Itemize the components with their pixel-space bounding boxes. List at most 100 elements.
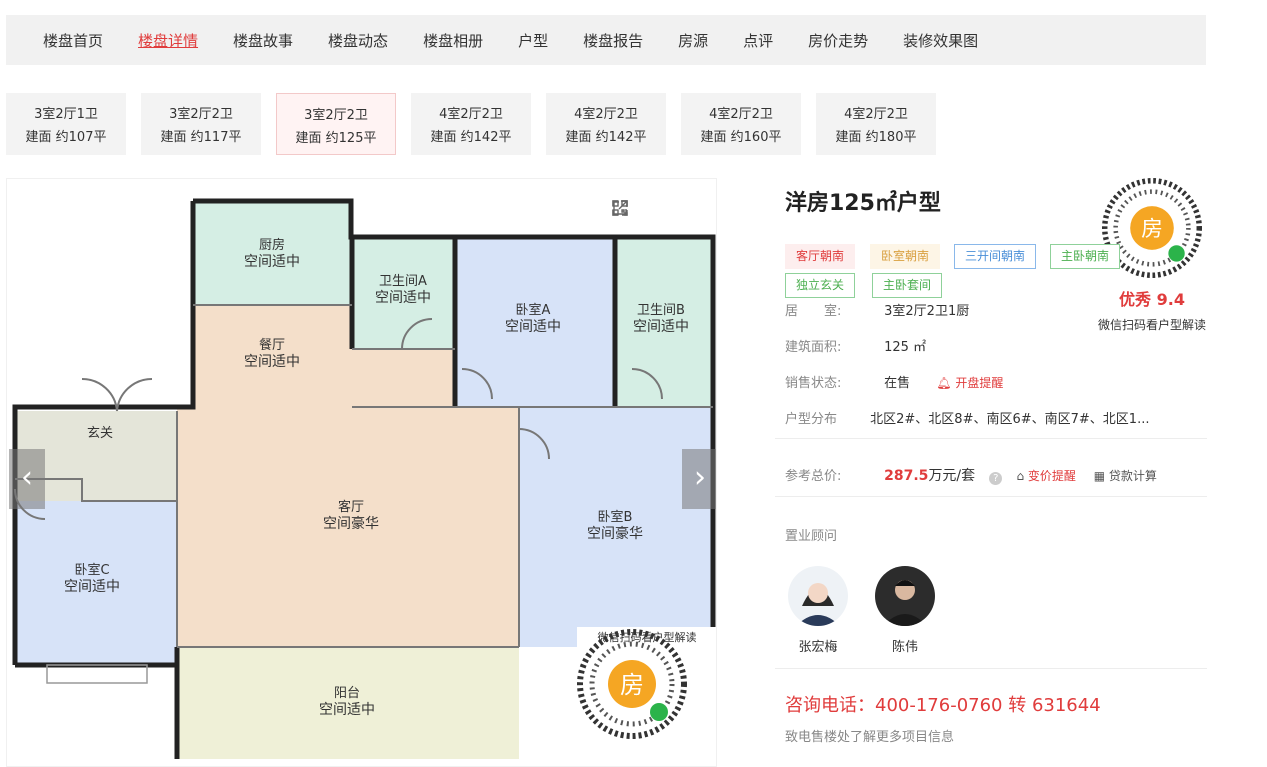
feature-tag: 客厅朝南 [785, 244, 856, 269]
layout-tab[interactable]: 4室2厅2卫 建面 约142平 [546, 93, 666, 155]
nav-item[interactable]: 楼盘相册 [423, 30, 483, 51]
score-caption: 微信扫码看户型解读 [1097, 318, 1206, 332]
advisor-card[interactable]: 张宏梅 [788, 566, 848, 655]
calculator-icon: ▦ [1093, 469, 1106, 483]
room-label: 卫生间B 空间适中 [611, 302, 711, 336]
feature-tag: 主卧朝南 [1050, 244, 1121, 269]
room-name: 卫生间B [637, 303, 685, 318]
room-quality: 空间适中 [505, 319, 561, 335]
layout-tab-area: 建面 约125平 [295, 131, 377, 146]
room-name: 阳台 [333, 686, 360, 701]
price-unit: 万元/套 [928, 468, 976, 484]
room-quality: 空间适中 [319, 702, 375, 718]
advisor-title: 置业顾问 [785, 529, 838, 544]
layout-tab-rooms: 3室2厅1卫 [34, 107, 98, 122]
room-name: 餐厅 [258, 338, 285, 353]
divider [775, 438, 1207, 439]
status-label: 销售状态: [785, 376, 842, 391]
room-name: 卫生间A [379, 274, 427, 289]
layout-tab-rooms: 3室2厅2卫 [169, 107, 233, 122]
layout-tab-rooms: 4室2厅2卫 [574, 107, 638, 122]
room-name: 卧室C [74, 563, 110, 578]
room-quality: 空间适中 [375, 290, 431, 306]
price-value: 287.5 [884, 468, 929, 484]
distribution-label: 户型分布 [785, 412, 838, 427]
layout-tab-area: 建面 约107平 [25, 130, 107, 145]
loan-calc-label: 贷款计算 [1108, 469, 1157, 483]
room-quality: 空间适中 [244, 254, 300, 270]
divider [775, 496, 1207, 497]
help-icon[interactable]: ? [989, 472, 1003, 485]
advisor-card[interactable]: 陈伟 [875, 566, 935, 655]
room-quality: 空间豪华 [587, 526, 643, 542]
room-quality: 空间适中 [64, 579, 120, 595]
qr-center-text: 房 [620, 671, 644, 699]
nav-item[interactable]: 房源 [678, 30, 708, 51]
nav-item[interactable]: 点评 [743, 30, 773, 51]
open-remind-link[interactable]: 🔔︎ 开盘提醒 [936, 376, 1003, 390]
layout-tab-area: 建面 约142平 [565, 130, 647, 145]
info-panel: 洋房125㎡户型 房 优秀 9.4 微信扫码看户型解读 客厅朝南 卧室朝南 三开间朝… [775, 178, 1207, 745]
nav-item[interactable]: 楼盘首页 [43, 30, 103, 51]
area-value: 125 ㎡ [884, 340, 927, 355]
area-label: 建筑面积: [785, 340, 842, 355]
room-label: 玄关 [50, 425, 150, 442]
layout-tab[interactable]: 3室2厅1卫 建面 约107平 [6, 93, 126, 155]
room-name: 厨房 [258, 238, 285, 253]
prev-arrow-button[interactable]: ‹ [9, 449, 45, 509]
next-arrow-button[interactable]: › [682, 449, 716, 509]
layout-tab-area: 建面 约180平 [835, 130, 917, 145]
room-label: 客厅 空间豪华 [301, 499, 401, 533]
room-label: 厨房 空间适中 [222, 237, 322, 271]
advisor-name: 张宏梅 [798, 640, 838, 655]
layout-tabs: 3室2厅1卫 建面 约107平 3室2厅2卫 建面 约117平 3室2厅2卫 建面 约12… [6, 93, 951, 155]
room-name: 卧室B [597, 510, 633, 525]
rooms-row: 居 室: 3室2厅2卫1厨 [785, 300, 969, 319]
feature-tag: 卧室朝南 [870, 244, 941, 269]
nav-item[interactable]: 户型 [518, 30, 548, 51]
phone-subtext: 致电售楼处了解更多项目信息 [785, 730, 955, 745]
layout-tab-area: 建面 约160平 [700, 130, 782, 145]
bell-icon: 🔔︎ [936, 376, 952, 390]
layout-tab[interactable]: 4室2厅2卫 建面 约160平 [681, 93, 801, 155]
home-icon: ⌂ [1016, 469, 1025, 483]
room-label: 餐厅 空间适中 [222, 337, 322, 371]
nav-item[interactable]: 装修效果图 [903, 30, 978, 51]
room-label: 卫生间A 空间适中 [353, 273, 453, 307]
divider [775, 668, 1207, 669]
layout-tab[interactable]: 4室2厅2卫 建面 约180平 [816, 93, 936, 155]
price-label: 参考总价: [785, 469, 842, 484]
room-quality: 空间豪华 [323, 516, 379, 532]
nav-item[interactable]: 房价走势 [808, 30, 868, 51]
floorplan-qr: 房 微信扫码看户型解读 [577, 627, 716, 766]
layout-tab[interactable]: 3室2厅2卫 建面 约125平 [276, 93, 396, 155]
area-row: 建筑面积: 125 ㎡ [785, 336, 926, 355]
layout-tab-rooms: 3室2厅2卫 [304, 108, 368, 123]
nav-item[interactable]: 楼盘故事 [233, 30, 293, 51]
rooms-value: 3室2厅2卫1厨 [884, 304, 970, 319]
room-name: 卧室A [515, 303, 551, 318]
score-badge: 优秀 9.4 [1119, 290, 1185, 309]
layout-tab-area: 建面 约142平 [430, 130, 512, 145]
layout-tab[interactable]: 4室2厅2卫 建面 约142平 [411, 93, 531, 155]
layout-tab[interactable]: 3室2厅2卫 建面 约117平 [141, 93, 261, 155]
qrcode-icon[interactable] [612, 198, 666, 218]
avatar [875, 566, 935, 626]
room-name: 客厅 [337, 500, 364, 515]
loan-calc-link[interactable]: ▦ 贷款计算 [1094, 469, 1157, 483]
room-name: 玄关 [86, 426, 113, 441]
layout-tab-rooms: 4室2厅2卫 [439, 107, 503, 122]
room-label: 阳台 空间适中 [297, 685, 397, 719]
advisor-name: 陈伟 [891, 640, 918, 655]
phone-number[interactable]: 咨询电话：400-176-0760 转 631644 [785, 691, 1101, 717]
feature-tag: 独立玄关 [785, 273, 856, 298]
nav-item[interactable]: 楼盘动态 [328, 30, 388, 51]
nav-item[interactable]: 楼盘报告 [583, 30, 643, 51]
room-label: 卧室A 空间适中 [483, 302, 583, 336]
price-alert-link[interactable]: ⌂ 变价提醒 [1016, 469, 1079, 483]
external-link-icon[interactable] [613, 198, 702, 218]
room-quality: 空间适中 [633, 319, 689, 335]
nav-item[interactable]: 楼盘详情 [138, 30, 198, 51]
price-row: 参考总价: 287.5万元/套 ? ⌂ 变价提醒 ▦ 贷款计算 [785, 465, 1157, 485]
layout-tab-area: 建面 约117平 [160, 130, 242, 145]
